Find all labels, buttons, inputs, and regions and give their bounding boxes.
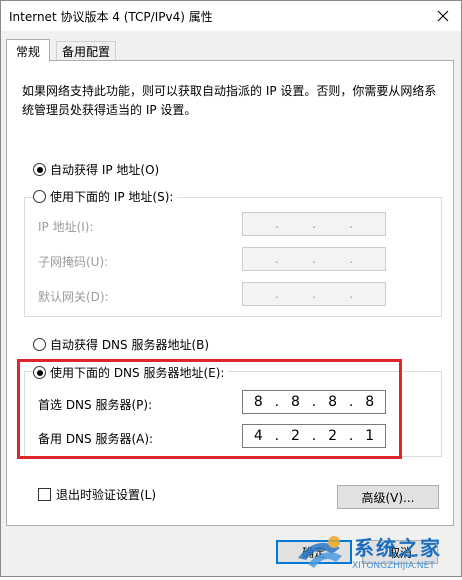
watermark-text: 系统之家 <box>354 536 442 560</box>
octet-dot: . <box>312 252 316 266</box>
checkbox-box[interactable] <box>38 488 51 501</box>
validate-on-exit-label: 退出时验证设置(L) <box>56 488 157 502</box>
watermark-logo: 系统之家 XITONGZHIJIA.NET <box>294 528 462 577</box>
octet-dot: . <box>349 252 353 266</box>
close-icon <box>437 10 449 22</box>
tab-general-label: 常规 <box>15 44 40 59</box>
radio-button[interactable] <box>33 190 46 203</box>
radio-button[interactable] <box>33 163 46 176</box>
auto-dns-radio[interactable]: 自动获得 DNS 服务器地址(B) <box>33 336 209 353</box>
octet-dot: . <box>274 252 279 266</box>
description-text: 如果网络支持此功能，则可以获取自动指派的 IP 设置。否则，你需要从网络系统管理… <box>22 84 437 117</box>
close-button[interactable] <box>431 5 455 27</box>
octet-dot: . <box>349 287 353 301</box>
subnet-mask-input: . . . <box>242 247 386 271</box>
octet-dot: . <box>274 217 279 231</box>
manual-ip-radio[interactable]: 使用下面的 IP 地址(S): <box>33 188 178 205</box>
tab-general[interactable]: 常规 <box>6 39 50 62</box>
auto-ip-label: 自动获得 IP 地址(O) <box>50 163 160 177</box>
auto-dns-label: 自动获得 DNS 服务器地址(B) <box>50 338 210 352</box>
default-gateway-label: 默认网关(D): <box>38 290 109 304</box>
highlight-annotation <box>17 359 402 459</box>
subnet-mask-label: 子网掩码(U): <box>38 255 109 269</box>
tab-alternate-config[interactable]: 备用配置 <box>56 41 116 61</box>
advanced-button-label: 高级(V)... <box>361 490 415 505</box>
manual-ip-label: 使用下面的 IP 地址(S): <box>50 190 174 204</box>
window-title: Internet 协议版本 4 (TCP/IPv4) 属性 <box>9 10 213 24</box>
octet-dot: . <box>312 287 316 301</box>
title-bar[interactable]: Internet 协议版本 4 (TCP/IPv4) 属性 <box>1 1 461 31</box>
validate-on-exit-checkbox[interactable]: 退出时验证设置(L) <box>38 486 156 503</box>
watermark-url: XITONGZHIJIA.NET <box>352 561 435 571</box>
octet-dot: . <box>312 217 316 231</box>
ip-address-input: . . . <box>242 212 386 236</box>
advanced-button[interactable]: 高级(V)... <box>337 485 439 509</box>
auto-ip-radio[interactable]: 自动获得 IP 地址(O) <box>33 161 159 178</box>
octet-dot: . <box>349 217 353 231</box>
radio-button[interactable] <box>33 338 46 351</box>
default-gateway-input: . . . <box>242 282 386 306</box>
octet-dot: . <box>274 287 279 301</box>
tab-alternate-config-label: 备用配置 <box>61 45 110 59</box>
ip-address-label: IP 地址(I): <box>38 220 94 234</box>
